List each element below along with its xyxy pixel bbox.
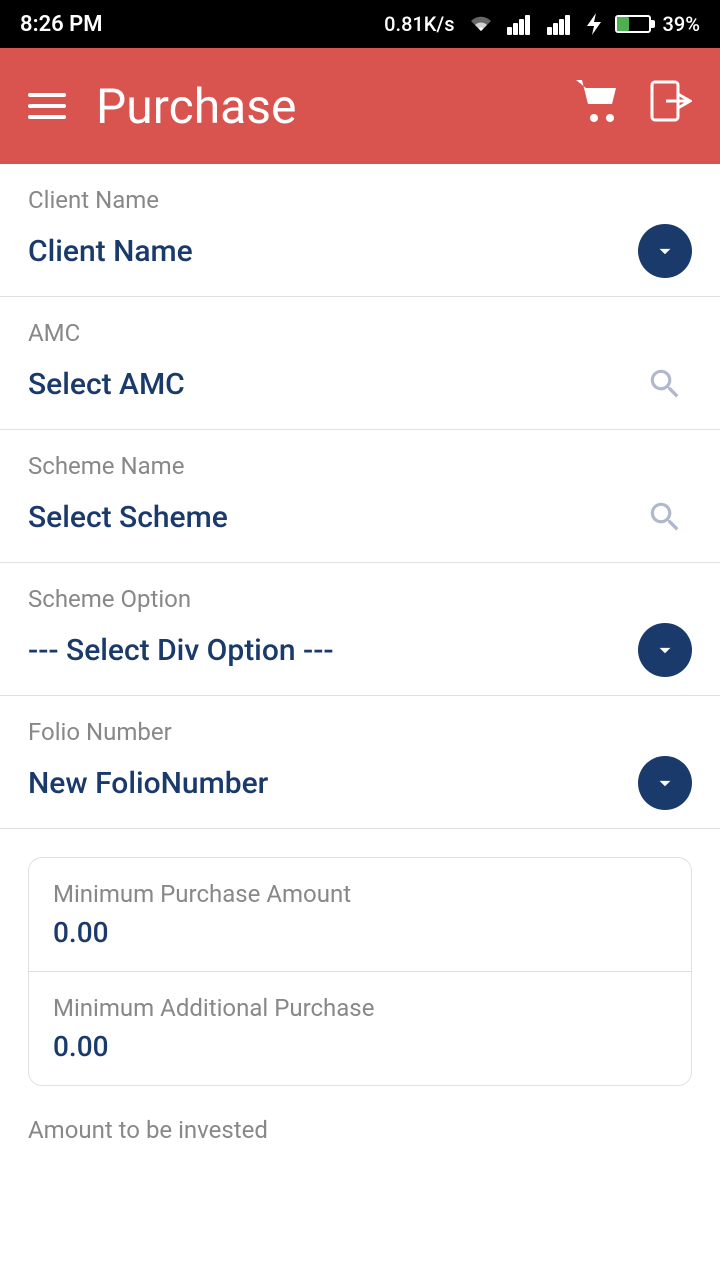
scheme-name-placeholder: Select Scheme bbox=[28, 500, 228, 535]
folio-number-field: Folio Number New FolioNumber bbox=[0, 696, 720, 829]
amc-search-button[interactable] bbox=[638, 357, 692, 411]
status-bar: 8:26 PM 0.81K/s 39% bbox=[0, 0, 720, 48]
amc-field: AMC Select AMC bbox=[0, 297, 720, 430]
status-right-icons: 0.81K/s 39% bbox=[384, 12, 700, 36]
scheme-option-value-row: --- Select Div Option --- bbox=[28, 623, 692, 695]
menu-button[interactable] bbox=[28, 93, 66, 119]
min-additional-item: Minimum Additional Purchase 0.00 bbox=[29, 972, 691, 1085]
min-additional-label: Minimum Additional Purchase bbox=[53, 994, 667, 1022]
min-purchase-item: Minimum Purchase Amount 0.00 bbox=[29, 858, 691, 972]
folio-number-label: Folio Number bbox=[28, 718, 692, 746]
form-content: Client Name Client Name AMC Select AMC S… bbox=[0, 164, 720, 1144]
cart-button[interactable] bbox=[576, 80, 622, 133]
min-additional-value: 0.00 bbox=[53, 1030, 667, 1063]
folio-number-value: New FolioNumber bbox=[28, 766, 268, 801]
scheme-name-field: Scheme Name Select Scheme bbox=[0, 430, 720, 563]
min-purchase-value: 0.00 bbox=[53, 916, 667, 949]
signal-icon bbox=[507, 13, 535, 35]
wifi-icon bbox=[467, 13, 495, 35]
scheme-name-value-row: Select Scheme bbox=[28, 490, 692, 562]
status-time: 8:26 PM bbox=[20, 12, 103, 37]
client-name-value-row: Client Name bbox=[28, 224, 692, 296]
header-right bbox=[576, 80, 692, 133]
info-card: Minimum Purchase Amount 0.00 Minimum Add… bbox=[28, 857, 692, 1086]
scheme-option-label: Scheme Option bbox=[28, 585, 692, 613]
page-title: Purchase bbox=[96, 78, 296, 135]
folio-number-dropdown[interactable] bbox=[638, 756, 692, 810]
scheme-option-dropdown[interactable] bbox=[638, 623, 692, 677]
logout-button[interactable] bbox=[650, 80, 692, 133]
app-header: Purchase bbox=[0, 48, 720, 164]
signal2-icon bbox=[547, 13, 575, 35]
amc-label: AMC bbox=[28, 319, 692, 347]
amc-value-row: Select AMC bbox=[28, 357, 692, 429]
battery-icon bbox=[615, 15, 651, 33]
amc-placeholder: Select AMC bbox=[28, 367, 185, 402]
scheme-option-value: --- Select Div Option --- bbox=[28, 633, 334, 668]
network-speed: 0.81K/s bbox=[384, 12, 454, 36]
folio-number-value-row: New FolioNumber bbox=[28, 756, 692, 828]
min-purchase-label: Minimum Purchase Amount bbox=[53, 880, 667, 908]
scheme-search-button[interactable] bbox=[638, 490, 692, 544]
client-name-dropdown[interactable] bbox=[638, 224, 692, 278]
client-name-label: Client Name bbox=[28, 186, 692, 214]
scheme-option-field: Scheme Option --- Select Div Option --- bbox=[0, 563, 720, 696]
client-name-field: Client Name Client Name bbox=[0, 164, 720, 297]
charging-icon bbox=[587, 13, 603, 35]
header-left: Purchase bbox=[28, 78, 296, 135]
amount-invested-label: Amount to be invested bbox=[0, 1086, 720, 1144]
battery-percent: 39% bbox=[663, 12, 700, 36]
scheme-name-label: Scheme Name bbox=[28, 452, 692, 480]
client-name-value: Client Name bbox=[28, 234, 193, 269]
